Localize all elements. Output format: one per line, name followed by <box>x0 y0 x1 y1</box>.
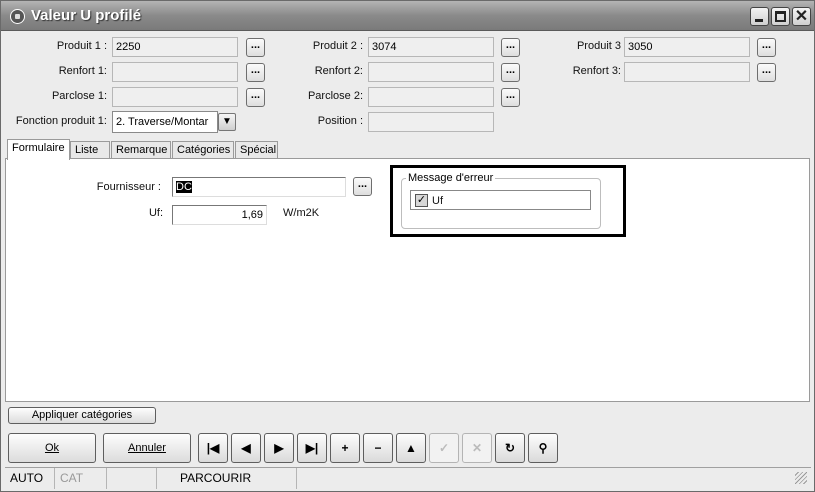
annuler-button[interactable]: Annuler <box>103 433 191 463</box>
tab-formulaire[interactable]: Formulaire <box>7 139 70 160</box>
cancel-icon: ✕ <box>471 441 483 455</box>
uf-check-label: Uf <box>432 195 443 207</box>
position-field[interactable] <box>368 112 494 132</box>
uf-field[interactable]: 1,69 <box>172 205 267 225</box>
fournisseur-label: Fournisseur : <box>96 181 161 193</box>
ok-button[interactable]: Ok <box>8 433 96 463</box>
uf-unit: W/m2K <box>283 207 320 219</box>
produit1-field[interactable]: 2250 <box>112 37 238 57</box>
add-record-button[interactable]: + <box>330 433 360 463</box>
window-title: Valeur U profilé <box>31 7 142 24</box>
previous-record-icon: ◀ <box>241 441 251 455</box>
chevron-down-icon: ▼ <box>222 116 232 127</box>
status-mode: AUTO <box>5 468 55 489</box>
maximize-icon <box>775 11 786 22</box>
renfort3-field[interactable] <box>624 62 750 82</box>
fournisseur-value: DC <box>176 181 192 193</box>
fonction-dropdown-button[interactable]: ▼ <box>218 113 236 131</box>
maximize-button[interactable] <box>771 7 790 26</box>
status-empty <box>107 468 157 489</box>
close-icon: ✕ <box>794 8 809 25</box>
fonction-select[interactable]: 2. Traverse/Montar <box>112 111 218 133</box>
refresh-icon: ↻ <box>504 441 516 455</box>
previous-record-button[interactable]: ◀ <box>231 433 261 463</box>
search-button[interactable]: ⚲ <box>528 433 558 463</box>
renfort3-lookup-button[interactable]: ... <box>757 63 776 82</box>
renfort3-label: Renfort 3: <box>572 65 621 77</box>
fournisseur-field[interactable]: DC <box>172 177 346 197</box>
produit2-field[interactable]: 3074 <box>368 37 494 57</box>
parclose1-label: Parclose 1: <box>51 90 107 102</box>
up-icon: ▲ <box>405 441 417 455</box>
parclose1-lookup-button[interactable]: ... <box>246 88 265 107</box>
tab-special[interactable]: Spécial <box>235 141 278 159</box>
parclose1-field[interactable] <box>112 87 238 107</box>
produit1-label: Produit 1 : <box>56 40 107 52</box>
parclose2-lookup-button[interactable]: ... <box>501 88 520 107</box>
search-binoculars-icon: ⚲ <box>538 441 548 455</box>
checkmark-icon: ✓ <box>416 194 427 206</box>
minimize-icon <box>755 19 763 22</box>
status-bar: AUTO CAT PARCOURIR <box>5 467 811 489</box>
renfort2-field[interactable] <box>368 62 494 82</box>
next-record-button[interactable]: ▶ <box>264 433 294 463</box>
produit2-lookup-button[interactable]: ... <box>501 38 520 57</box>
title-bar[interactable]: Valeur U profilé ✕ <box>1 1 814 31</box>
renfort2-lookup-button[interactable]: ... <box>501 63 520 82</box>
last-record-icon: ▶| <box>305 441 319 455</box>
tab-liste[interactable]: Liste <box>70 141 110 159</box>
add-icon: + <box>341 441 349 455</box>
position-label: Position : <box>317 115 363 127</box>
renfort1-field[interactable] <box>112 62 238 82</box>
renfort1-label: Renfort 1: <box>58 65 107 77</box>
first-record-icon: |◀ <box>206 441 220 455</box>
renfort1-lookup-button[interactable]: ... <box>246 63 265 82</box>
remove-icon: − <box>374 441 382 455</box>
produit1-lookup-button[interactable]: ... <box>246 38 265 57</box>
status-cat: CAT <box>55 468 107 489</box>
up-button[interactable]: ▲ <box>396 433 426 463</box>
produit2-label: Produit 2 : <box>312 40 363 52</box>
minimize-button[interactable] <box>750 7 769 26</box>
first-record-button[interactable]: |◀ <box>198 433 228 463</box>
fournisseur-lookup-button[interactable]: ... <box>353 177 372 196</box>
last-record-button[interactable]: ▶| <box>297 433 327 463</box>
tab-remarque[interactable]: Remarque <box>111 141 171 159</box>
close-button[interactable]: ✕ <box>792 7 811 26</box>
fonction-label: Fonction produit 1: <box>15 115 107 127</box>
confirm-icon: ✓ <box>438 441 450 455</box>
next-record-icon: ▶ <box>274 441 284 455</box>
renfort2-label: Renfort 2: <box>314 65 363 77</box>
parclose2-field[interactable] <box>368 87 494 107</box>
produit3-field[interactable]: 3050 <box>624 37 750 57</box>
uf-checkbox[interactable]: ✓ <box>415 194 428 207</box>
resize-grip-icon[interactable] <box>795 472 807 484</box>
confirm-button[interactable]: ✓ <box>429 433 459 463</box>
app-icon <box>10 9 25 24</box>
refresh-button[interactable]: ↻ <box>495 433 525 463</box>
main-window: Valeur U profilé ✕ Produit 1 : 2250 ... … <box>0 0 815 492</box>
delete-record-button[interactable]: − <box>363 433 393 463</box>
appliquer-categories-button[interactable]: Appliquer catégories <box>8 407 156 424</box>
status-action: PARCOURIR <box>157 468 297 489</box>
error-group-title: Message d'erreur <box>406 172 496 184</box>
parclose2-label: Parclose 2: <box>307 90 363 102</box>
produit3-label: Produit 3 <box>576 40 621 52</box>
tab-categories[interactable]: Catégories <box>172 141 234 159</box>
uf-label: Uf: <box>148 207 163 219</box>
produit3-lookup-button[interactable]: ... <box>757 38 776 57</box>
cancel-edit-button[interactable]: ✕ <box>462 433 492 463</box>
